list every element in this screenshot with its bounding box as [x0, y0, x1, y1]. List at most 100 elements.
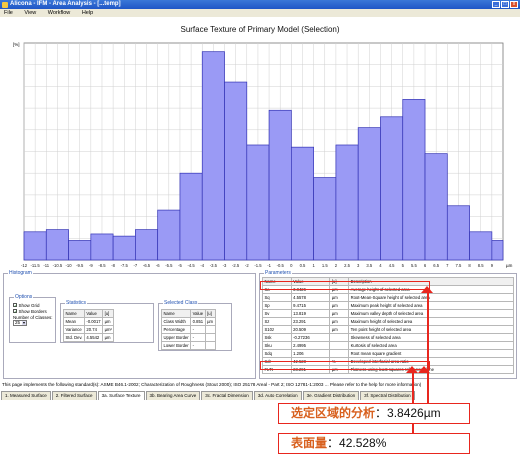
- callout-sa: 选定区域的分析：3.8426µm: [278, 403, 470, 424]
- show-grid-label: Show Grid: [18, 302, 40, 308]
- table-cell: Variance: [63, 325, 85, 334]
- table-cell: µm: [329, 301, 350, 310]
- menu-bar: File View Workflow Help: [0, 9, 520, 17]
- table-row[interactable]: Class Width 0.851 µm: [160, 317, 216, 326]
- minimize-button[interactable]: _: [492, 1, 500, 8]
- x-tick-label: -9: [89, 263, 93, 268]
- table-cell: [204, 333, 216, 342]
- classes-dropdown[interactable]: 25 ▼: [13, 320, 27, 326]
- tab-6[interactable]: 3d. Auto Correlation: [253, 391, 302, 400]
- table-cell: 20.74: [83, 325, 104, 334]
- show-borders-label: Show Borders: [18, 308, 47, 314]
- tab-3[interactable]: 3a. Surface Texture: [97, 391, 145, 400]
- x-tick-label: -6: [156, 263, 160, 268]
- menu-help[interactable]: Help: [82, 10, 93, 16]
- histogram-group-title: Histogram: [8, 270, 33, 276]
- x-tick-label: -1.5: [254, 263, 262, 268]
- menu-workflow[interactable]: Workflow: [48, 10, 71, 16]
- table-cell: -0.0017: [83, 317, 104, 326]
- stats-header: [u]: [102, 309, 115, 318]
- x-tick-label: -10.5: [53, 263, 63, 268]
- maximize-button[interactable]: □: [501, 1, 509, 8]
- table-row[interactable]: Variance 20.74 µm²: [63, 325, 115, 334]
- x-tick-label: -0.5: [277, 263, 285, 268]
- table-cell: 1.206: [290, 349, 331, 358]
- page-tabs: 1. Measured Surface 2. Filtered Surface 3a…: [1, 391, 416, 400]
- histogram-chart: -12 -11.5 -11 -10.5 -10 -9.5 -9 -8.5 -8 -7.5 -7 -6.…: [13, 42, 513, 268]
- tab-1[interactable]: 1. Measured Surface: [1, 391, 51, 400]
- x-tick-label: 6.5: [433, 263, 439, 268]
- x-tick-label: -3: [223, 263, 227, 268]
- menu-view[interactable]: View: [24, 10, 36, 16]
- histogram-bar: [68, 240, 92, 261]
- tab-4[interactable]: 3b. Bearing Area Curve: [145, 391, 201, 400]
- table-row[interactable]: Sv 13.819 µm Maximum valley depth of select…: [262, 309, 514, 318]
- statistics-table: Name Value [u] Mean -0.0017 µm Variance 20.74 µm…: [63, 309, 115, 342]
- show-borders-checkbox[interactable]: ✓ Show Borders: [13, 308, 53, 314]
- histogram-bar: [90, 233, 114, 261]
- tab-5[interactable]: 3c. Fractal Dimension: [201, 391, 253, 400]
- x-tick-label: -1: [267, 263, 271, 268]
- selected-class-title: Selected Class: [163, 300, 199, 306]
- table-row[interactable]: S10z 20.509 µm Ten point height of selected…: [262, 325, 514, 334]
- x-tick-label: -11.5: [31, 263, 41, 268]
- table-cell: -: [190, 333, 206, 342]
- callout-sdr-label: 表面量: [291, 436, 328, 450]
- histogram-bar: [469, 231, 493, 261]
- x-tick-label: -5: [178, 263, 182, 268]
- tab-2[interactable]: 2. Filtered Surface: [51, 391, 97, 400]
- sa-row-highlight: [260, 281, 430, 290]
- x-tick-label: 8.5: [478, 263, 484, 268]
- y-axis-label: [%]: [13, 42, 20, 47]
- table-row[interactable]: Sz 23.291 µm Maximum height of selected are…: [262, 317, 514, 326]
- table-cell: [329, 349, 350, 358]
- x-tick-label: 9: [491, 263, 494, 268]
- x-tick-label: 2: [335, 263, 338, 268]
- table-row[interactable]: Sp 9.4715 µm Maximum peak height of selecte…: [262, 301, 514, 310]
- x-tick-label: -2.5: [232, 263, 240, 268]
- table-row[interactable]: Mean -0.0017 µm: [63, 317, 115, 326]
- x-tick-label: 0: [290, 263, 293, 268]
- histogram-bar: [290, 146, 314, 261]
- callout-sa-value: ：3.8426µm: [375, 406, 441, 420]
- stats-header: Name: [63, 309, 85, 318]
- table-row[interactable]: Lower Border -: [160, 341, 216, 350]
- x-tick-label: -6.5: [143, 263, 151, 268]
- sa-arrow-line: [427, 290, 429, 403]
- table-cell: 23.291: [290, 317, 331, 326]
- histogram-bar: [335, 144, 359, 261]
- close-button[interactable]: x: [510, 1, 518, 8]
- table-cell: [329, 333, 350, 342]
- table-cell: -: [190, 341, 206, 350]
- x-tick-label: -3.5: [210, 263, 218, 268]
- table-row[interactable]: Upper Border -: [160, 333, 216, 342]
- histogram-bar: [424, 153, 448, 261]
- table-cell: [204, 341, 216, 350]
- table-cell: µm: [329, 317, 350, 326]
- x-tick-label: 3: [357, 263, 360, 268]
- tab-7[interactable]: 3e. Gradient Distribution: [302, 391, 360, 400]
- table-cell: -0.27236: [290, 333, 331, 342]
- table-cell: 2.4995: [290, 341, 331, 350]
- x-tick-label: 8: [468, 263, 471, 268]
- table-row[interactable]: Sq 4.5578 µm Root-Mean-Square height of sel…: [262, 293, 514, 302]
- table-cell: Sz: [262, 317, 292, 326]
- table-row[interactable]: Sdq 1.206 Root mean square gradient: [262, 349, 514, 358]
- statistics-title: Statistics: [65, 300, 88, 306]
- table-row[interactable]: Ssk -0.27236 Skewness of selected area: [262, 333, 514, 342]
- table-row[interactable]: Sku 2.4995 Kurtosis of selected area: [262, 341, 514, 350]
- selected-class-table: Name Value [u] Class Width 0.851 µm Percentage…: [160, 309, 216, 350]
- x-tick-label: -5.5: [165, 263, 173, 268]
- arrowhead-icon: [418, 366, 430, 373]
- table-cell: Class Width: [160, 317, 192, 326]
- class-header: Value: [190, 309, 206, 318]
- menu-file[interactable]: File: [4, 10, 13, 16]
- table-cell: µm: [329, 309, 350, 318]
- tab-8[interactable]: 3f. Spectral Distribution: [360, 391, 415, 400]
- table-cell: Root mean square gradient: [348, 349, 514, 358]
- checkbox-checked-icon: ✓: [13, 309, 18, 314]
- table-row[interactable]: Std. Dev. 4.5542 µm: [63, 333, 115, 342]
- table-cell: Sq: [262, 293, 292, 302]
- statistics-group: Statistics Name Value [u] Mean -0.0017 µm Vari…: [60, 300, 154, 343]
- table-row[interactable]: Percentage -: [160, 325, 216, 334]
